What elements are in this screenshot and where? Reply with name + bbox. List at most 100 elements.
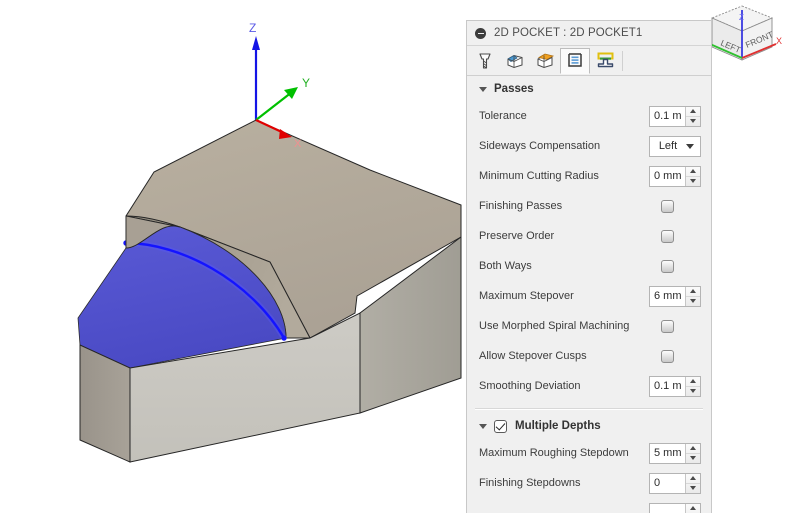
spinner-buttons-minimum-cutting-radius [685, 166, 700, 186]
label-finishing-stepdowns: Finishing Stepdowns [479, 477, 581, 489]
checkbox-use-morphed-spiral-machining[interactable] [661, 319, 674, 333]
spinner-down-tolerance[interactable] [686, 117, 700, 126]
panel-scroll-body[interactable]: Passes Tolerance 0.1 m Sideways Compensa… [467, 77, 711, 513]
spinner-maximum-stepover[interactable]: 6 mm [649, 285, 701, 307]
spinner-maximum-roughing-stepdown[interactable]: 5 mm [649, 442, 701, 464]
spinner-down-maximum-stepover[interactable] [686, 297, 700, 306]
row-tolerance: Tolerance 0.1 m [467, 101, 711, 131]
checkbox-both-ways[interactable] [661, 259, 674, 273]
tab-heights[interactable] [530, 48, 560, 74]
label-minimum-cutting-radius: Minimum Cutting Radius [479, 170, 599, 182]
row-allow-stepover-cusps: Allow Stepover Cusps [467, 341, 711, 371]
tab-tool[interactable] [470, 48, 500, 74]
spinner-up-partial-cutoff[interactable] [686, 504, 700, 513]
checkbox-preserve-order[interactable] [661, 229, 674, 243]
row-preserve-order: Preserve Order [467, 221, 711, 251]
chevron-down-icon [686, 143, 694, 149]
spinner-up-finishing-stepdowns[interactable] [686, 474, 700, 484]
cell-use-morphed-spiral-machining [649, 319, 701, 333]
spinner-up-maximum-stepover[interactable] [686, 287, 700, 297]
spinner-tolerance[interactable]: 0.1 m [649, 105, 701, 127]
cam-application-window: Z Y X LEFT FRONT Z X 2D POCKET: 2D POCK… [0, 0, 786, 513]
checkbox-finishing-passes[interactable] [661, 199, 674, 213]
spinner-up-maximum-roughing-stepdown[interactable] [686, 444, 700, 454]
label-preserve-order: Preserve Order [479, 230, 555, 242]
endmill-tool-icon [479, 52, 491, 69]
spinner-minimum-cutting-radius[interactable]: 0 mm [649, 165, 701, 187]
label-smoothing-deviation: Smoothing Deviation [479, 380, 581, 392]
part-solid[interactable] [77, 119, 462, 463]
spinner-down-smoothing-deviation[interactable] [686, 387, 700, 396]
panel-tab-strip [467, 46, 711, 76]
label-use-morphed-spiral-machining: Use Morphed Spiral Machining [479, 320, 630, 332]
label-maximum-stepover: Maximum Stepover [479, 290, 574, 302]
spinner-up-minimum-cutting-radius[interactable] [686, 167, 700, 177]
linking-stock-icon [597, 52, 613, 68]
spinner-partial-cutoff[interactable] [649, 502, 701, 513]
section-divider [475, 408, 703, 410]
section-header-multiple-depths[interactable]: Multiple Depths [467, 414, 711, 438]
spinner-down-minimum-cutting-radius[interactable] [686, 177, 700, 186]
panel-titlebar: 2D POCKET : 2D POCKET1 [467, 21, 711, 46]
spinner-buttons-finishing-stepdowns [685, 473, 700, 493]
spinner-up-tolerance[interactable] [686, 107, 700, 117]
heights-cube-icon [537, 53, 554, 68]
spinner-buttons-partial-cutoff [685, 503, 700, 513]
value-minimum-cutting-radius[interactable]: 0 mm [650, 166, 685, 186]
minus-circle-icon[interactable] [475, 27, 486, 39]
section-header-passes[interactable]: Passes [467, 77, 711, 101]
viewcube-z-label: Z [739, 13, 744, 22]
spinner-down-maximum-roughing-stepdown[interactable] [686, 454, 700, 463]
view-cube[interactable]: LEFT FRONT Z X [700, 0, 784, 68]
cell-both-ways [649, 259, 701, 273]
row-finishing-passes: Finishing Passes [467, 191, 711, 221]
value-tolerance[interactable]: 0.1 m [650, 106, 685, 126]
section-title-multiple-depths: Multiple Depths [515, 420, 601, 432]
spinner-buttons-smoothing-deviation [685, 376, 700, 396]
tab-passes[interactable] [560, 47, 590, 74]
label-allow-stepover-cusps: Allow Stepover Cusps [479, 350, 587, 362]
row-maximum-stepover: Maximum Stepover 6 mm [467, 281, 711, 311]
section-title-passes: Passes [494, 83, 534, 95]
cell-preserve-order [649, 229, 701, 243]
x-axis-label: X [294, 138, 302, 150]
row-finishing-stepdowns: Finishing Stepdowns 0 [467, 468, 711, 498]
label-finishing-passes: Finishing Passes [479, 200, 563, 212]
row-minimum-cutting-radius: Minimum Cutting Radius 0 mm [467, 161, 711, 191]
spinner-down-finishing-stepdowns[interactable] [686, 484, 700, 493]
spinner-smoothing-deviation[interactable]: 0.1 m [649, 375, 701, 397]
value-smoothing-deviation[interactable]: 0.1 m [650, 376, 685, 396]
row-smoothing-deviation: Smoothing Deviation 0.1 m [467, 371, 711, 401]
spinner-buttons-maximum-roughing-stepdown [685, 443, 700, 463]
row-use-morphed-spiral-machining: Use Morphed Spiral Machining [467, 311, 711, 341]
label-maximum-roughing-stepdown: Maximum Roughing Stepdown [479, 447, 629, 459]
cell-allow-stepover-cusps [649, 349, 701, 363]
dropdown-sideways-compensation[interactable]: Left [649, 135, 701, 157]
cell-finishing-passes [649, 199, 701, 213]
spinner-buttons-maximum-stepover [685, 286, 700, 306]
checkbox-multiple-depths[interactable] [494, 419, 507, 433]
tab-geometry[interactable] [500, 48, 530, 74]
label-both-ways: Both Ways [479, 260, 532, 272]
value-finishing-stepdowns[interactable]: 0 [650, 473, 685, 493]
spinner-buttons-tolerance [685, 106, 700, 126]
chevron-down-icon [479, 423, 487, 429]
row-sideways-compensation: Sideways Compensation Left [467, 131, 711, 161]
z-axis-label: Z [249, 21, 256, 35]
panel-title: 2D POCKET : 2D POCKET1 [494, 27, 643, 39]
value-partial-cutoff[interactable] [650, 503, 685, 513]
spinner-up-smoothing-deviation[interactable] [686, 377, 700, 387]
value-maximum-roughing-stepdown[interactable]: 5 mm [650, 443, 685, 463]
row-both-ways: Both Ways [467, 251, 711, 281]
value-maximum-stepover[interactable]: 6 mm [650, 286, 685, 306]
checkbox-allow-stepover-cusps[interactable] [661, 349, 674, 363]
viewcube-x-label: X [776, 36, 782, 46]
tab-linking[interactable] [590, 48, 620, 74]
row-partial-cutoff [467, 498, 711, 513]
y-axis-label: Y [302, 76, 310, 90]
spinner-finishing-stepdowns[interactable]: 0 [649, 472, 701, 494]
geometry-cube-icon [506, 54, 522, 68]
y-axis-line [255, 91, 293, 121]
edge-endpoint-end [281, 335, 287, 341]
tab-separator [622, 50, 623, 71]
